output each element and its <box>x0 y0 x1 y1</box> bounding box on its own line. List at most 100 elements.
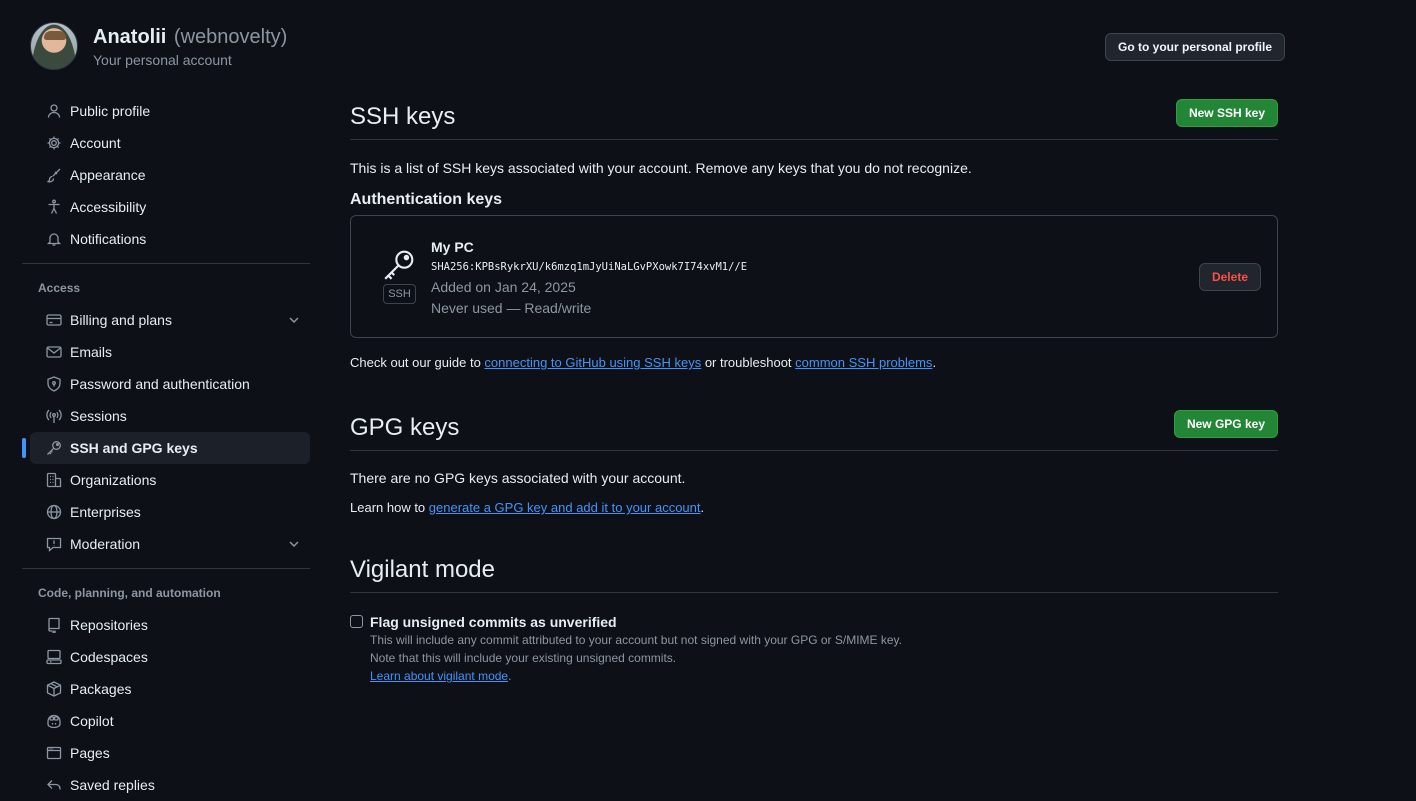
key-icon <box>46 440 62 456</box>
copilot-icon <box>46 713 62 729</box>
chevron-down-icon[interactable] <box>286 536 302 552</box>
main-content: SSH keys New SSH key This is a list of S… <box>350 95 1278 685</box>
gear-icon <box>46 135 62 151</box>
ssh-key-title: My PC <box>431 239 474 255</box>
user-login: (webnovelty) <box>173 25 288 48</box>
sidebar-heading-code: Code, planning, and automation <box>38 586 221 600</box>
sidebar-item-ssh-gpg-keys[interactable]: SSH and GPG keys <box>22 432 310 464</box>
sidebar-item-account[interactable]: Account <box>30 127 310 159</box>
sidebar-item-label: SSH and GPG keys <box>70 440 198 456</box>
repo-icon <box>46 617 62 633</box>
sidebar-item-label: Notifications <box>70 231 147 247</box>
gpg-learn-link[interactable]: generate a GPG key and add it to your ac… <box>429 500 701 515</box>
ssh-guide-middle: or troubleshoot <box>701 355 796 370</box>
ssh-badge: SSH <box>383 284 416 304</box>
ssh-key-usage: Never used — Read/write <box>431 300 592 316</box>
mail-icon <box>46 344 62 360</box>
sidebar-item-label: Accessibility <box>70 199 147 215</box>
gpg-learn-prefix: Learn how to <box>350 500 429 515</box>
sidebar-item-copilot[interactable]: Copilot <box>30 705 310 737</box>
sidebar-item-pages[interactable]: Pages <box>30 737 310 769</box>
vigilant-section-header: Vigilant mode <box>350 548 1278 593</box>
sidebar-item-label: Packages <box>70 681 132 697</box>
new-ssh-key-button[interactable]: New SSH key <box>1175 99 1278 127</box>
gpg-learn-suffix: . <box>700 500 705 515</box>
sidebar-item-appearance[interactable]: Appearance <box>30 159 310 191</box>
ssh-key-info: My PC SHA256:KPBsRykrXU/k6mzq1mJyUiNaLGv… <box>431 237 747 319</box>
ssh-key-added-date: Added on Jan 24, 2025 <box>431 279 576 295</box>
avatar[interactable] <box>30 22 78 70</box>
sidebar-item-label: Public profile <box>70 103 151 119</box>
sidebar-item-sessions[interactable]: Sessions <box>30 400 310 432</box>
sidebar-item-label: Enterprises <box>70 504 141 520</box>
reply-icon <box>46 777 62 793</box>
chevron-down-icon[interactable] <box>286 312 302 328</box>
sidebar-item-label: Account <box>70 135 121 151</box>
sidebar-divider <box>22 263 310 264</box>
vigilant-mode-label[interactable]: Flag unsigned commits as unverified <box>370 613 902 631</box>
sidebar-item-packages[interactable]: Packages <box>30 673 310 705</box>
vigilant-mode-title: Vigilant mode <box>350 556 495 583</box>
ssh-key-item: SSH My PC SHA256:KPBsRykrXU/k6mzq1mJyUiN… <box>350 215 1278 338</box>
sidebar-divider <box>22 568 310 569</box>
sidebar-heading-access: Access <box>38 281 81 295</box>
broadcast-icon <box>46 408 62 424</box>
vigilant-mode-checkbox[interactable] <box>350 615 363 628</box>
account-header: Anatolii (webnovelty) Your personal acco… <box>30 22 287 70</box>
account-subtitle: Your personal account <box>93 51 232 68</box>
sidebar-item-enterprises[interactable]: Enterprises <box>30 496 310 528</box>
ssh-section-header: SSH keys New SSH key <box>350 95 1278 140</box>
sidebar-group-code: Code, planning, and automation Repositor… <box>22 577 310 801</box>
ssh-problems-link[interactable]: common SSH problems <box>795 355 932 370</box>
ssh-description: This is a list of SSH keys associated wi… <box>350 160 972 176</box>
new-gpg-key-button[interactable]: New GPG key <box>1173 410 1278 438</box>
ssh-key-icon-block: SSH <box>382 248 418 304</box>
delete-ssh-key-button[interactable]: Delete <box>1198 263 1261 291</box>
vigilant-learn-link[interactable]: Learn about vigilant mode <box>370 669 508 683</box>
sidebar-item-emails[interactable]: Emails <box>30 336 310 368</box>
sidebar-item-billing[interactable]: Billing and plans <box>30 304 310 336</box>
user-name[interactable]: Anatolii <box>93 26 166 48</box>
report-icon <box>46 536 62 552</box>
sidebar-group-access: Access Billing and plans Emails Password… <box>22 272 310 560</box>
sidebar-item-label: Password and authentication <box>70 376 250 392</box>
sidebar-item-saved-replies[interactable]: Saved replies <box>30 769 310 801</box>
ssh-keys-title: SSH keys <box>350 103 456 130</box>
go-to-profile-button[interactable]: Go to your personal profile <box>1105 33 1286 61</box>
person-icon <box>46 103 62 119</box>
sidebar-item-label: Appearance <box>70 167 146 183</box>
sidebar-item-notifications[interactable]: Notifications <box>30 223 310 255</box>
sidebar-item-label: Codespaces <box>70 649 148 665</box>
sidebar-item-codespaces[interactable]: Codespaces <box>30 641 310 673</box>
sidebar-item-label: Organizations <box>70 472 157 488</box>
vigilant-mode-note: This will include any commit attributed … <box>370 633 903 647</box>
sidebar-item-public-profile[interactable]: Public profile <box>30 95 310 127</box>
sidebar-item-moderation[interactable]: Moderation <box>30 528 310 560</box>
sidebar-item-repositories[interactable]: Repositories <box>30 609 310 641</box>
gpg-empty-text: There are no GPG keys associated with yo… <box>350 470 686 486</box>
sidebar-item-password[interactable]: Password and authentication <box>30 368 310 400</box>
credit-card-icon <box>46 312 62 328</box>
codespaces-icon <box>46 649 62 665</box>
authentication-keys-heading: Authentication keys <box>350 191 503 208</box>
sidebar-item-label: Repositories <box>70 617 148 633</box>
browser-icon <box>46 745 62 761</box>
vigilant-learn-suffix: . <box>508 669 512 683</box>
vigilant-learn-text: Learn about vigilant mode. <box>370 667 902 685</box>
ssh-guide-prefix: Check out our guide to <box>350 355 485 370</box>
paintbrush-icon <box>46 167 62 183</box>
bell-icon <box>46 231 62 247</box>
organization-icon <box>46 472 62 488</box>
ssh-guide-link[interactable]: connecting to GitHub using SSH keys <box>484 355 701 370</box>
settings-sidebar: Public profile Account Appearance Access… <box>22 95 310 801</box>
ssh-guide-text: Check out our guide to connecting to Git… <box>350 354 1278 372</box>
account-header-text: Anatolii (webnovelty) Your personal acco… <box>93 24 287 69</box>
sidebar-item-accessibility[interactable]: Accessibility <box>30 191 310 223</box>
package-icon <box>46 681 62 697</box>
globe-icon <box>46 504 62 520</box>
sidebar-item-organizations[interactable]: Organizations <box>30 464 310 496</box>
ssh-key-fingerprint: SHA256:KPBsRykrXU/k6mzq1mJyUiNaLGvPXowk7… <box>431 261 748 273</box>
ssh-guide-suffix: . <box>932 355 937 370</box>
sidebar-group-general: Public profile Account Appearance Access… <box>22 95 310 255</box>
sidebar-item-label: Pages <box>70 745 110 761</box>
